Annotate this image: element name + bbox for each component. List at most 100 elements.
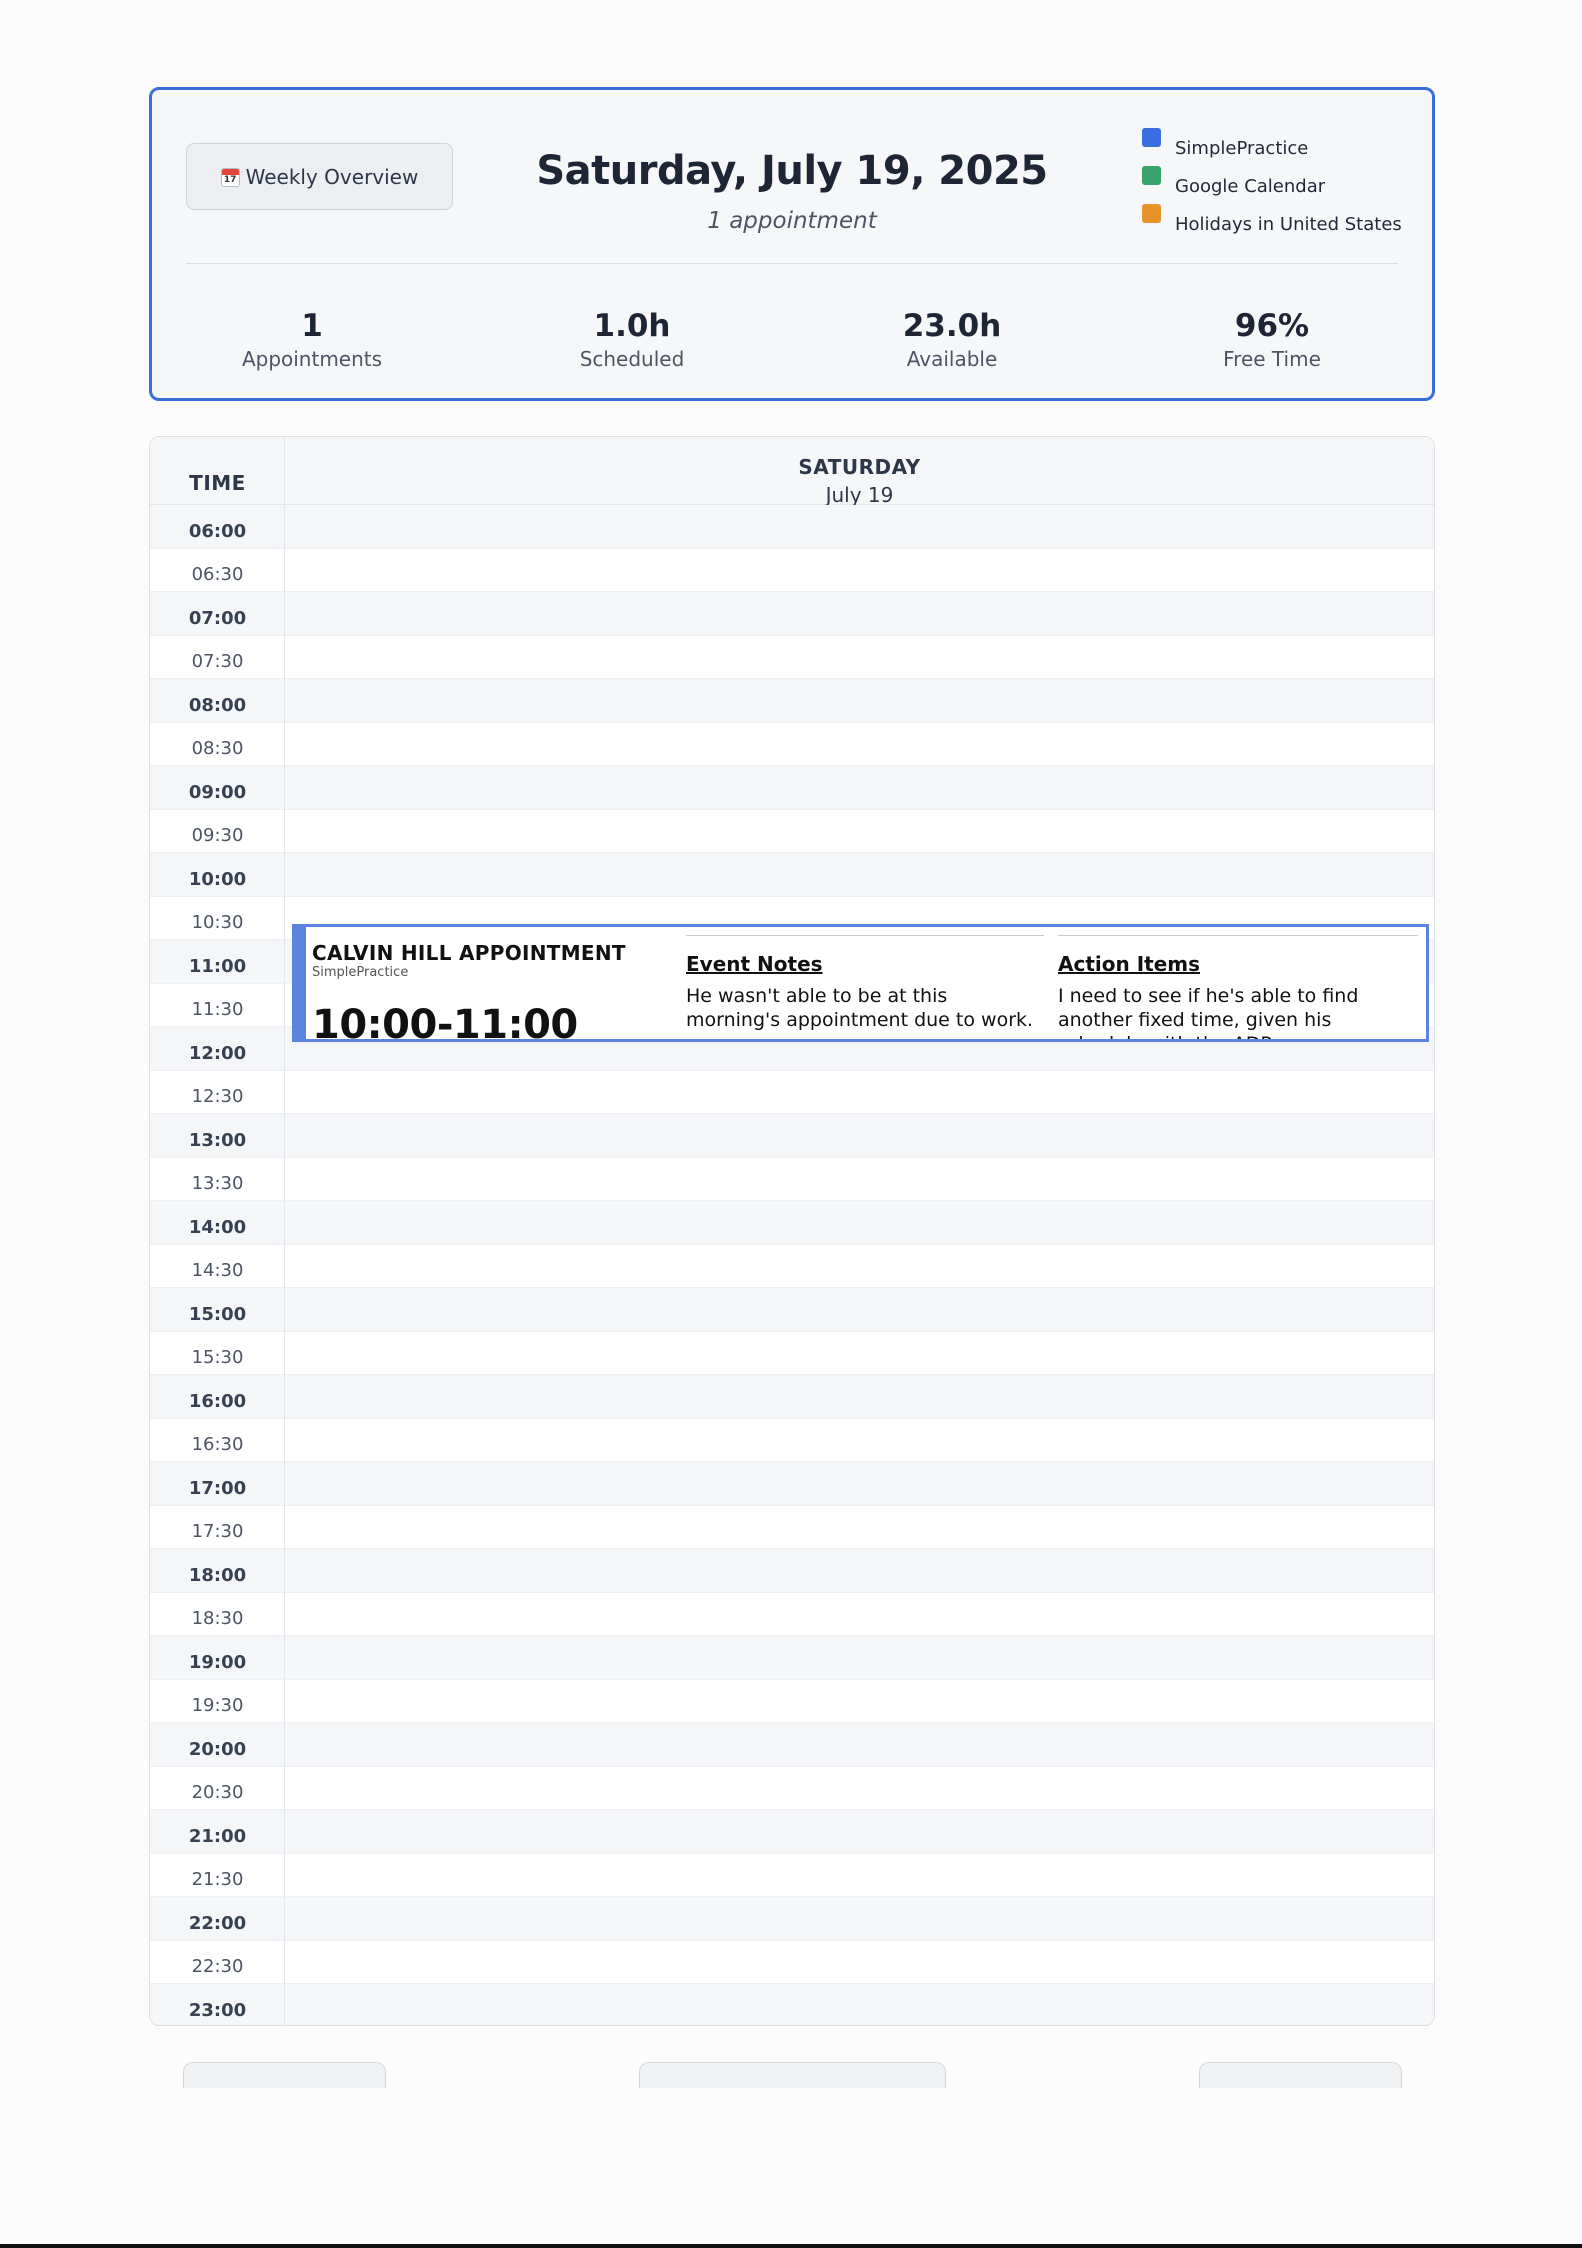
time-slot-row[interactable]: 13:30	[150, 1157, 1434, 1201]
time-slot-row[interactable]: 17:30	[150, 1505, 1434, 1549]
time-slot-label: 06:30	[191, 564, 244, 586]
appointment-block[interactable]: CALVIN HILL APPOINTMENT SimplePractice 1…	[292, 924, 1429, 1042]
time-slot-row[interactable]: 19:30	[150, 1679, 1434, 1723]
legend-swatch	[1142, 128, 1161, 147]
calendar-header-row: TIME SATURDAY July 19	[150, 437, 1434, 505]
time-slot-row[interactable]: 06:30	[150, 548, 1434, 592]
time-slot-row[interactable]: 14:30	[150, 1244, 1434, 1288]
calendar-icon: 17	[220, 168, 240, 187]
time-slot-row[interactable]: 07:00	[150, 592, 1434, 636]
stat-label: Scheduled	[579, 347, 685, 371]
time-slot-label: 23:00	[188, 1999, 247, 2021]
appointment-count: 1 appointment	[707, 208, 877, 234]
calendar-legend: SimplePractice Google Calendar Holidays …	[1142, 128, 1402, 242]
time-slot-row[interactable]: 12:30	[150, 1070, 1434, 1114]
time-column-header: TIME	[189, 471, 246, 495]
bottom-nav-button-left[interactable]	[183, 2062, 386, 2088]
stat-available: 23.0h Available	[792, 308, 1112, 374]
time-slot-label: 16:00	[188, 1390, 247, 1412]
time-slot-label: 22:30	[191, 1956, 244, 1978]
legend-item-holidays: Holidays in United States	[1142, 204, 1402, 242]
time-slot-row[interactable]: 21:00	[150, 1810, 1434, 1854]
time-slot-row[interactable]: 18:30	[150, 1592, 1434, 1636]
stat-label: Available	[906, 347, 998, 371]
appointment-time-range: 10:00-11:00	[312, 1002, 578, 1039]
time-slot-row[interactable]: 17:00	[150, 1462, 1434, 1506]
appointment-title: CALVIN HILL APPOINTMENT	[312, 941, 626, 965]
time-slot-row[interactable]: 09:30	[150, 809, 1434, 853]
time-column-divider	[284, 437, 285, 2025]
time-slot-row[interactable]: 10:00	[150, 853, 1434, 897]
stat-value: 96%	[1234, 308, 1310, 344]
time-slot-row[interactable]: 08:30	[150, 722, 1434, 766]
appointment-source: SimplePractice	[312, 965, 409, 980]
time-slot-row[interactable]: 06:00	[150, 505, 1434, 549]
time-slot-row[interactable]: 15:30	[150, 1331, 1434, 1375]
time-slot-label: 08:00	[188, 694, 247, 716]
time-slot-label: 20:00	[188, 1738, 247, 1760]
time-slot-row[interactable]: 16:30	[150, 1418, 1434, 1462]
time-slot-label: 15:30	[191, 1347, 244, 1369]
time-slot-row[interactable]: 16:00	[150, 1375, 1434, 1419]
time-slot-label: 09:00	[188, 781, 247, 803]
time-slot-row[interactable]: 13:00	[150, 1114, 1434, 1158]
time-slot-row[interactable]: 23:00	[150, 1984, 1434, 2025]
time-slot-label: 19:30	[191, 1695, 244, 1717]
stat-free-time: 96% Free Time	[1112, 308, 1432, 374]
time-slot-label: 19:00	[188, 1651, 247, 1673]
stat-value: 1.0h	[593, 308, 671, 344]
time-slot-label: 13:30	[191, 1173, 244, 1195]
time-slot-rows: 06:00 06:30 07:00 07:30 08:00 08:30 09:00 09:30…	[150, 505, 1434, 2025]
time-slot-label: 14:30	[191, 1260, 244, 1282]
time-slot-row[interactable]: 14:00	[150, 1201, 1434, 1245]
event-notes-body: He wasn't able to be at this morning's a…	[686, 985, 1034, 1031]
time-slot-row[interactable]: 15:00	[150, 1288, 1434, 1332]
stat-value: 1	[301, 308, 323, 344]
event-notes-title: Event Notes	[686, 952, 823, 976]
time-slot-row[interactable]: 20:30	[150, 1766, 1434, 1810]
time-slot-label: 18:30	[191, 1608, 244, 1630]
day-column-header: SATURDAY July 19	[285, 437, 1434, 505]
stat-scheduled: 1.0h Scheduled	[472, 308, 792, 374]
time-slot-label: 06:00	[188, 520, 247, 542]
legend-item-simplepractice: SimplePractice	[1142, 128, 1402, 166]
time-slot-row[interactable]: 19:00	[150, 1636, 1434, 1680]
time-slot-label: 11:30	[191, 999, 244, 1021]
time-slot-row[interactable]: 21:30	[150, 1853, 1434, 1897]
stat-label: Appointments	[241, 347, 383, 371]
time-slot-row[interactable]: 07:30	[150, 635, 1434, 679]
stats-row: 1 Appointments 1.0h Scheduled 23.0h Avai…	[152, 308, 1432, 374]
weekly-overview-label: Weekly Overview	[245, 164, 419, 189]
time-slot-label: 21:00	[188, 1825, 247, 1847]
stat-appointments: 1 Appointments	[152, 308, 472, 374]
time-slot-row[interactable]: 22:00	[150, 1897, 1434, 1941]
time-slot-label: 18:00	[188, 1564, 247, 1586]
time-slot-label: 07:00	[188, 607, 247, 629]
time-slot-label: 16:30	[191, 1434, 244, 1456]
day-calendar-grid: TIME SATURDAY July 19 06:00 06:30 07:00 07:…	[149, 436, 1435, 2026]
time-slot-label: 10:00	[188, 868, 247, 890]
time-slot-label: 10:30	[191, 912, 244, 934]
action-items-body: I need to see if he's able to find anoth…	[1058, 985, 1359, 1039]
legend-label: Google Calendar	[1175, 176, 1326, 197]
time-slot-label: 09:30	[191, 825, 244, 847]
weekly-overview-button[interactable]: 17 Weekly Overview	[186, 143, 453, 210]
time-slot-label: 14:00	[188, 1216, 247, 1238]
time-slot-row[interactable]: 08:00	[150, 679, 1434, 723]
header-divider	[186, 263, 1398, 264]
time-slot-row[interactable]: 09:00	[150, 766, 1434, 810]
time-slot-label: 15:00	[188, 1303, 247, 1325]
time-slot-label: 11:00	[188, 955, 247, 977]
legend-item-google-calendar: Google Calendar	[1142, 166, 1402, 204]
bottom-nav-button-right[interactable]	[1199, 2062, 1402, 2088]
legend-label: Holidays in United States	[1175, 214, 1402, 235]
time-slot-label: 17:30	[191, 1521, 244, 1543]
time-slot-label: 12:30	[191, 1086, 244, 1108]
time-slot-label: 22:00	[188, 1912, 247, 1934]
time-slot-row[interactable]: 20:00	[150, 1723, 1434, 1767]
day-date: July 19	[825, 483, 894, 505]
legend-swatch	[1142, 166, 1161, 185]
bottom-nav-button-center[interactable]	[639, 2062, 946, 2088]
time-slot-row[interactable]: 22:30	[150, 1940, 1434, 1984]
time-slot-row[interactable]: 18:00	[150, 1549, 1434, 1593]
